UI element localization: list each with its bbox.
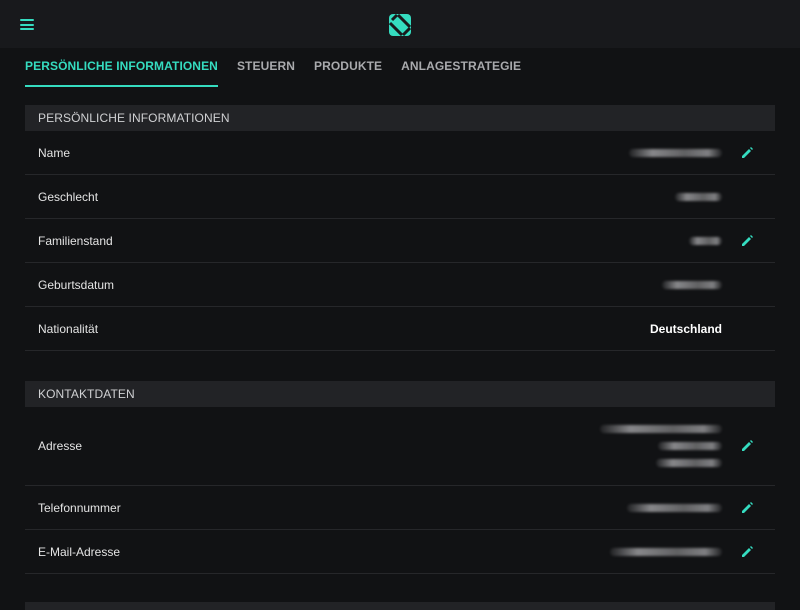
pencil-icon[interactable] [740,501,754,515]
row-phone: Telefonnummer [25,486,775,530]
pencil-icon[interactable] [740,545,754,559]
tab-bar: PERSÖNLICHE INFORMATIONEN STEUERN PRODUK… [25,59,521,87]
next-section-header [25,602,775,610]
tab-personal-info[interactable]: PERSÖNLICHE INFORMATIONEN [25,59,218,87]
redacted-value [600,425,722,467]
tab-taxes[interactable]: STEUERN [237,59,295,85]
tab-investment-strategy[interactable]: ANLAGESTRATEGIE [401,59,521,85]
row-email: E-Mail-Adresse [25,530,775,574]
row-nationality: Nationalität Deutschland [25,307,775,351]
pencil-icon[interactable] [740,146,754,160]
row-name: Name [25,131,775,175]
section-header: KONTAKTDATEN [25,381,775,407]
row-gender: Geschlecht [25,175,775,219]
brand-logo-icon[interactable] [389,14,411,36]
tab-products[interactable]: PRODUKTE [314,59,382,85]
row-label: Telefonnummer [38,500,121,515]
redacted-value [629,148,722,157]
row-address: Adresse [25,407,775,486]
redacted-value [627,503,722,512]
row-value: Deutschland [649,321,722,336]
row-label: E-Mail-Adresse [38,544,121,559]
row-label: Name [38,145,71,160]
section-header: PERSÖNLICHE INFORMATIONEN [25,105,775,131]
pencil-icon[interactable] [740,439,754,453]
pencil-icon[interactable] [740,234,754,248]
row-birthdate: Geburtsdatum [25,263,775,307]
contact-section: KONTAKTDATEN Adresse Telefonnummer E-Mai… [25,381,775,574]
row-label: Adresse [38,439,83,453]
redacted-value [675,192,722,201]
personal-info-section: PERSÖNLICHE INFORMATIONEN Name Geschlech… [25,105,775,351]
redacted-value [689,236,722,245]
row-marital-status: Familienstand [25,219,775,263]
redacted-value [662,280,722,289]
row-label: Geburtsdatum [38,277,115,292]
top-bar [0,0,800,48]
row-label: Familienstand [38,233,113,248]
row-label: Nationalität [38,321,99,336]
hamburger-menu-icon[interactable] [20,19,34,30]
redacted-value [610,547,722,556]
row-label: Geschlecht [38,189,99,204]
